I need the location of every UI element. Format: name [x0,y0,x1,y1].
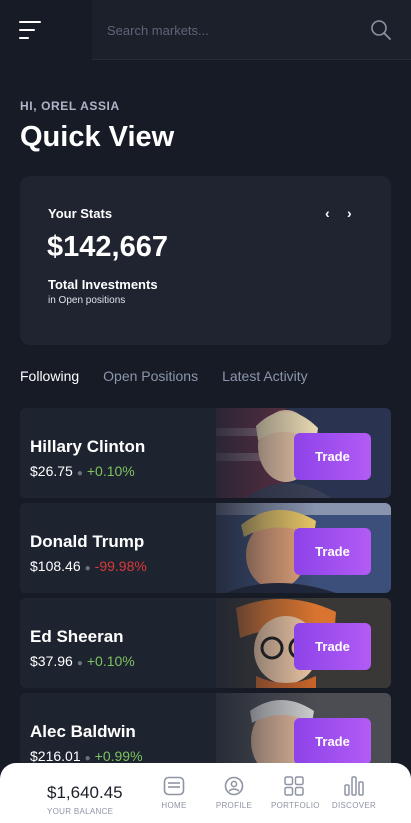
market-price: $108.46 [30,558,81,574]
tab-latest-activity[interactable]: Latest Activity [222,368,308,384]
market-price-line: $26.75 ● +0.10% [30,463,135,479]
tab-following[interactable]: Following [20,368,79,384]
market-price: $37.96 [30,653,73,669]
nav-home-label: HOME [161,801,187,810]
stats-pager: ‹ › [325,206,357,220]
trade-button[interactable]: Trade [294,433,371,480]
market-change: -99.98% [94,558,147,574]
portfolio-icon [284,776,304,796]
top-bar [0,0,411,60]
trade-button[interactable]: Trade [294,718,371,765]
search-bar [92,0,411,60]
chevron-left-icon[interactable]: ‹ [325,206,335,220]
nav-profile[interactable]: PROFILE [211,776,257,818]
tab-open-positions[interactable]: Open Positions [103,368,198,384]
market-change: +0.10% [86,653,135,669]
separator-dot: ● [76,658,83,669]
nav-portfolio-label: PORTFOLIO [271,801,320,810]
market-change: +0.10% [86,463,135,479]
market-name: Alec Baldwin [30,722,136,741]
market-price-line: $216.01 ● +0.99% [30,748,143,764]
chevron-right-icon[interactable]: › [347,206,357,220]
market-change: +0.99% [94,748,143,764]
search-icon[interactable] [370,19,392,41]
stats-title: Your Stats [48,206,113,221]
nav-profile-label: PROFILE [215,801,253,810]
bottom-navigation: $1,640.45 YOUR BALANCE HOME PROFILE PORT… [0,763,411,823]
greeting: HI, OREL ASSIA [20,99,120,113]
page-title: Quick View [20,121,175,153]
market-name: Hillary Clinton [30,437,146,456]
market-row-hillary-clinton[interactable]: Hillary Clinton $26.75 ● +0.10% Trade [20,408,391,498]
nav-discover[interactable]: DISCOVER [331,776,377,818]
hamburger-menu-icon[interactable] [19,21,41,39]
separator-dot: ● [84,563,91,574]
stats-value: $142,667 [47,231,168,263]
nav-discover-label: DISCOVER [331,801,377,810]
profile-icon [224,776,244,796]
market-row-donald-trump[interactable]: Donald Trump $108.46 ● -99.98% Trade [20,503,391,593]
balance-label: YOUR BALANCE [47,807,114,816]
market-name: Ed Sheeran [30,627,124,646]
discover-icon [344,776,364,796]
nav-portfolio[interactable]: PORTFOLIO [271,776,320,818]
market-price: $216.01 [30,748,81,764]
market-name: Donald Trump [30,532,145,551]
stats-sublabel: in Open positions [48,295,126,306]
market-price-line: $37.96 ● +0.10% [30,653,135,669]
trade-button[interactable]: Trade [294,623,371,670]
stats-label: Total Investments [48,277,158,292]
tab-bar: Following Open Positions Latest Activity [20,368,332,384]
market-row-ed-sheeran[interactable]: Ed Sheeran $37.96 ● +0.10% Trade [20,598,391,688]
market-price: $26.75 [30,463,73,479]
nav-home[interactable]: HOME [151,776,197,818]
home-icon [163,776,185,796]
trade-button[interactable]: Trade [294,528,371,575]
search-input[interactable] [107,18,357,42]
separator-dot: ● [76,468,83,479]
balance-value: $1,640.45 [47,783,123,802]
stats-card: Your Stats ‹ › $142,667 Total Investment… [20,176,391,345]
market-price-line: $108.46 ● -99.98% [30,558,147,574]
